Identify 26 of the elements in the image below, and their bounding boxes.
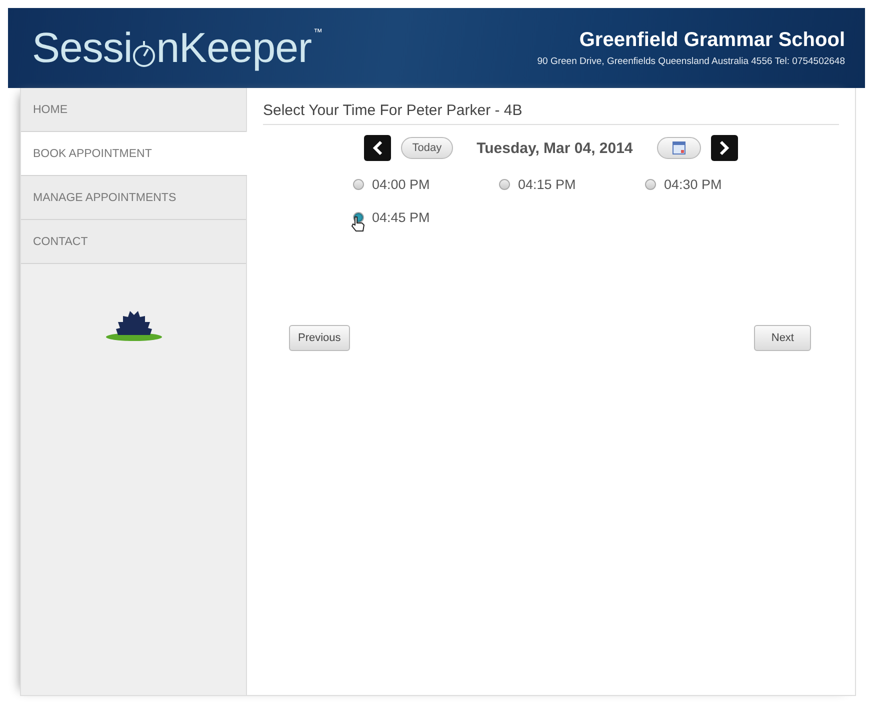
page-title: Select Your Time For Peter Parker - 4B — [263, 102, 839, 125]
radio-button[interactable] — [645, 179, 656, 190]
trademark: ™ — [314, 27, 322, 37]
next-day-button[interactable] — [710, 135, 738, 161]
date-label: Tuesday, Mar 04, 2014 — [476, 140, 633, 156]
previous-day-button[interactable] — [364, 135, 392, 161]
time-label: 04:30 PM — [664, 177, 722, 192]
chevron-left-icon — [372, 140, 384, 156]
time-label: 04:00 PM — [372, 177, 430, 192]
previous-button[interactable]: Previous — [289, 325, 350, 351]
school-address: 90 Green Drive, Greenfields Queensland Australia 4556 Tel: 0754502648 — [537, 56, 845, 67]
school-name: Greenfield Grammar School — [579, 29, 845, 52]
radio-button[interactable] — [353, 179, 364, 190]
today-button[interactable]: Today — [401, 137, 453, 159]
time-label: 04:45 PM — [372, 210, 430, 225]
nav-item[interactable]: BOOK APPOINTMENT — [21, 132, 247, 176]
clock-icon — [132, 39, 156, 69]
calendar-icon — [672, 141, 686, 155]
radio-button[interactable] — [499, 179, 510, 190]
calendar-button[interactable] — [656, 137, 701, 159]
next-button[interactable]: Next — [754, 325, 811, 351]
time-label: 04:15 PM — [518, 177, 576, 192]
chevron-right-icon — [718, 140, 730, 156]
logo-text: Sessi — [32, 27, 132, 69]
logo-text: nKeeper — [156, 27, 312, 69]
hand-cursor-icon — [351, 216, 365, 232]
